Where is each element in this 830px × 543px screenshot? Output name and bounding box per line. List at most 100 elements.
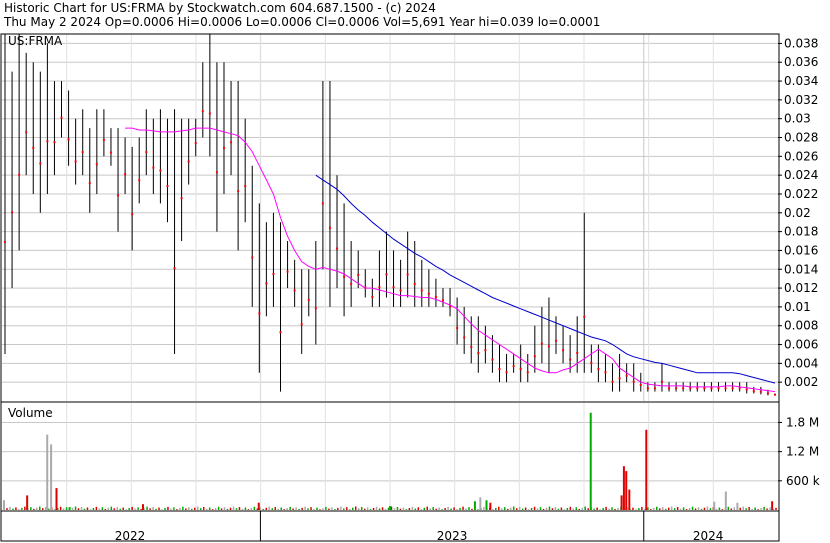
close-dot xyxy=(660,380,663,383)
close-dot xyxy=(759,390,762,393)
close-dot xyxy=(689,387,692,390)
price-tick-label: 0.028 xyxy=(784,131,818,145)
close-dot xyxy=(237,190,240,193)
close-dot xyxy=(463,336,466,339)
close-dot xyxy=(230,141,233,144)
volume-tick-label: 1.8 M xyxy=(786,415,819,429)
year-label: 2024 xyxy=(693,529,724,543)
close-dot xyxy=(336,247,339,250)
close-dot xyxy=(166,184,169,187)
close-dot xyxy=(74,160,77,163)
close-dot xyxy=(569,358,572,361)
close-dot xyxy=(314,307,317,310)
price-tick-label: 0.018 xyxy=(784,225,818,239)
close-dot xyxy=(88,182,91,185)
close-dot xyxy=(470,345,473,348)
close-dot xyxy=(653,387,656,390)
close-dot xyxy=(717,387,720,390)
close-dot xyxy=(738,387,741,390)
close-dot xyxy=(533,355,536,358)
price-tick-label: 0.03 xyxy=(784,112,811,126)
price-tick-label: 0.016 xyxy=(784,243,818,257)
close-dot xyxy=(4,240,6,243)
close-dot xyxy=(145,151,148,154)
close-dot xyxy=(46,140,49,143)
close-dot xyxy=(385,273,388,276)
close-dot xyxy=(774,393,776,396)
time-axis-labels: 2022 2023 2024 xyxy=(115,511,724,543)
close-dot xyxy=(194,142,197,145)
price-tick-label: 0.01 xyxy=(784,300,811,314)
close-dot xyxy=(590,361,593,364)
close-dot xyxy=(124,173,127,176)
close-dot xyxy=(710,387,713,390)
close-dot xyxy=(668,387,671,390)
close-dot xyxy=(293,289,296,292)
close-dot xyxy=(540,342,543,345)
price-tick-label: 0.008 xyxy=(784,319,818,333)
close-dot xyxy=(25,131,28,134)
volume-axis-ticks: 1.8 M 1.2 M 600 k xyxy=(778,415,820,488)
close-dot xyxy=(152,166,155,169)
close-dot xyxy=(618,377,621,380)
price-tick-label: 0.034 xyxy=(784,74,818,88)
close-dot xyxy=(519,368,522,371)
close-dot xyxy=(406,273,409,276)
close-dot xyxy=(350,282,353,285)
close-dot xyxy=(611,380,614,383)
close-dot xyxy=(109,151,112,154)
close-dot xyxy=(597,368,600,371)
price-tick-label: 0.038 xyxy=(784,36,818,50)
close-dot xyxy=(639,384,642,387)
close-dot xyxy=(286,270,289,273)
volume-tick-label: 1.2 M xyxy=(786,445,819,459)
close-dot xyxy=(215,171,218,174)
close-dot xyxy=(258,312,261,315)
close-dot xyxy=(343,275,346,278)
close-dot xyxy=(18,173,21,176)
close-dot xyxy=(491,358,494,361)
close-dot xyxy=(420,289,423,292)
close-dot xyxy=(208,112,211,115)
price-tick-label: 0.006 xyxy=(784,338,818,352)
close-dot xyxy=(413,282,416,285)
close-dot xyxy=(576,352,579,355)
price-tick-label: 0.036 xyxy=(784,55,818,69)
close-dot xyxy=(371,296,374,299)
close-dot xyxy=(512,365,515,368)
close-dot xyxy=(484,349,487,352)
price-tick-label: 0.02 xyxy=(784,206,811,220)
close-dot xyxy=(682,387,685,390)
close-dot xyxy=(675,387,678,390)
close-dot xyxy=(505,371,508,374)
close-dot xyxy=(562,349,565,352)
close-dot xyxy=(201,110,204,113)
close-dot xyxy=(731,387,734,390)
close-dot xyxy=(53,141,56,144)
close-dot xyxy=(392,286,395,289)
close-dot xyxy=(378,286,381,289)
close-dot xyxy=(131,213,134,216)
close-dot xyxy=(102,138,105,141)
close-dot xyxy=(441,299,444,302)
moving-average-short xyxy=(125,127,776,393)
close-dot xyxy=(399,289,402,292)
close-dot xyxy=(279,331,282,334)
close-dot xyxy=(159,169,162,172)
year-label: 2023 xyxy=(437,529,468,543)
price-tick-label: 0.012 xyxy=(784,281,818,295)
close-dot xyxy=(745,388,748,391)
close-dot xyxy=(244,184,247,187)
close-dot xyxy=(646,387,649,390)
close-dot xyxy=(547,345,550,348)
close-dot xyxy=(583,315,586,318)
close-dot xyxy=(81,151,84,154)
moving-average-long xyxy=(315,174,776,384)
close-dot xyxy=(321,202,324,205)
close-dot xyxy=(456,327,459,330)
close-dot xyxy=(604,371,607,374)
close-dot xyxy=(427,292,430,295)
volume-tick-label: 600 k xyxy=(786,474,820,488)
close-dot xyxy=(60,116,63,119)
close-dot xyxy=(555,339,558,342)
